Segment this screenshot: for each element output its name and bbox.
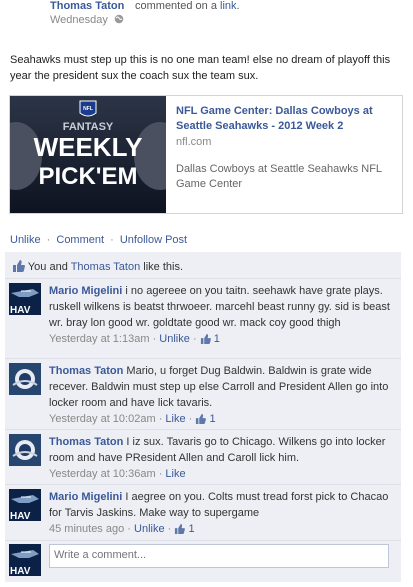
commenter-avatar[interactable] <box>9 363 41 395</box>
story-action-link[interactable]: link <box>220 0 237 12</box>
meta-separator: · <box>158 413 163 425</box>
comment-body: Mario Migelini i no agereee on you taitn… <box>49 283 393 347</box>
comment-time[interactable]: Yesterday at 10:02am <box>49 413 156 425</box>
commenter-avatar[interactable]: HAV <box>9 489 41 521</box>
divider <box>5 484 401 485</box>
comment-meta: 45 minutes ago · Unlike · 1 <box>49 521 393 537</box>
meta-separator: · <box>188 413 193 425</box>
post-text: Seahawks must step up this is no one man… <box>10 54 391 82</box>
thumbs-up-icon <box>196 414 207 424</box>
thumbs-up-icon <box>175 524 186 534</box>
commenter-avatar[interactable]: HAV <box>9 283 41 315</box>
divider <box>5 540 401 541</box>
comment-like-count[interactable]: 1 <box>200 333 220 345</box>
comment-time[interactable]: 45 minutes ago <box>49 523 124 535</box>
divider <box>5 278 401 279</box>
comment-item: HAV Mario Migelini I aegree on you. Colt… <box>5 486 401 536</box>
current-user-avatar: HAV <box>9 544 41 576</box>
comment-body: Thomas Taton Mario, u forget Dug Baldwin… <box>49 363 393 427</box>
team-logo-icon <box>9 363 41 395</box>
shared-link-description: Dallas Cowboys at Seattle Seahawks NFL G… <box>176 163 382 190</box>
comment-like-count[interactable]: 1 <box>174 523 195 535</box>
globe-icon <box>114 14 124 24</box>
action-separator: · <box>110 234 114 246</box>
divider <box>5 429 401 430</box>
team-logo-icon <box>9 434 41 466</box>
comment-button[interactable]: Comment <box>56 234 104 246</box>
shared-link-title[interactable]: NFL Game Center: Dallas Cowboys at Seatt… <box>176 104 394 134</box>
comment-item: HAV Mario Migelini i no agereee on you t… <box>5 280 401 356</box>
story-header: Thomas Taton commented on a link. Wednes… <box>0 0 413 32</box>
avatar-label: HAV <box>10 305 31 315</box>
comment-item: Thomas Taton Mario, u forget Dug Baldwin… <box>5 360 401 426</box>
comment-meta: Yesterday at 10:02am · Like · 1 <box>49 411 393 427</box>
commenter-avatar[interactable] <box>9 434 41 466</box>
story-timestamp[interactable]: Wednesday <box>50 14 108 26</box>
seahawks-logo-icon: HAV <box>9 544 41 576</box>
meta-separator: · <box>127 523 131 535</box>
comment-author-link[interactable]: Thomas Taton <box>49 436 123 448</box>
meta-separator: · <box>158 468 163 480</box>
shared-link-thumbnail[interactable]: NFL FANTASY WEEKLY PICK'EM <box>10 96 166 213</box>
likes-prefix: You and <box>27 261 68 273</box>
story-action-text: commented on a <box>135 0 217 12</box>
avatar-label: HAV <box>10 511 31 521</box>
likes-summary: You and Thomas Taton like this. <box>12 260 183 273</box>
comment-unlike-button[interactable]: Unlike <box>159 333 190 345</box>
comment-author-link[interactable]: Mario Migelini <box>49 491 122 503</box>
thumb-brand-text: NFL <box>83 106 93 112</box>
divider <box>5 358 401 359</box>
write-comment-box[interactable] <box>49 544 389 568</box>
story-action-end: . <box>236 0 240 12</box>
thumb-line3: PICK'EM <box>38 163 137 190</box>
comment-like-count[interactable]: 1 <box>195 413 216 425</box>
action-separator: · <box>46 234 51 246</box>
story-author-link[interactable]: Thomas Taton <box>50 0 124 12</box>
shared-link-info: NFL Game Center: Dallas Cowboys at Seatt… <box>176 104 394 192</box>
comment-unlike-button[interactable]: Unlike <box>134 523 165 535</box>
comment-time[interactable]: Yesterday at 10:36am <box>49 468 156 480</box>
meta-separator: · <box>192 333 197 345</box>
seahawks-logo-icon: HAV <box>9 489 41 521</box>
comment-item: Thomas Taton I iz sux. Tavaris go to Chi… <box>5 431 401 481</box>
comment-author-link[interactable]: Mario Migelini <box>49 285 122 297</box>
comment-like-button[interactable]: Like <box>165 468 185 480</box>
comment-body: Mario Migelini I aegree on you. Colts mu… <box>49 489 393 537</box>
story-actions: Unlike · Comment · Unfollow Post <box>10 234 187 246</box>
likes-suffix: like this. <box>143 261 184 273</box>
seahawks-logo-icon: HAV <box>9 283 41 315</box>
likes-person-link[interactable]: Thomas Taton <box>71 261 141 273</box>
shared-link-card[interactable]: NFL FANTASY WEEKLY PICK'EM NFL Game Cent… <box>9 95 403 214</box>
comment-time[interactable]: Yesterday at 1:13am <box>49 333 150 345</box>
unlike-button[interactable]: Unlike <box>10 234 41 246</box>
shared-link-domain: nfl.com <box>176 136 212 148</box>
story-action-line: commented on a link. <box>135 0 240 12</box>
avatar-label: HAV <box>10 566 31 576</box>
thumbs-up-icon <box>13 260 25 272</box>
unfollow-post-button[interactable]: Unfollow Post <box>120 234 187 246</box>
thumbs-up-icon <box>200 334 211 344</box>
comment-meta: Yesterday at 1:13am · Unlike · 1 <box>49 331 393 347</box>
comments-section: You and Thomas Taton like this. HAV Mari… <box>5 252 401 582</box>
thumb-line2: WEEKLY <box>34 132 143 162</box>
comment-like-button[interactable]: Like <box>165 413 185 425</box>
meta-separator: · <box>167 523 172 535</box>
weekly-pickem-image: NFL FANTASY WEEKLY PICK'EM <box>10 96 166 213</box>
write-comment-input[interactable] <box>50 545 388 565</box>
comment-body: Thomas Taton I iz sux. Tavaris go to Chi… <box>49 434 393 482</box>
comment-meta: Yesterday at 10:36am · Like <box>49 466 393 482</box>
meta-separator: · <box>152 333 157 345</box>
comment-author-link[interactable]: Thomas Taton <box>49 365 123 377</box>
story-timestamp-row: Wednesday <box>50 14 124 26</box>
